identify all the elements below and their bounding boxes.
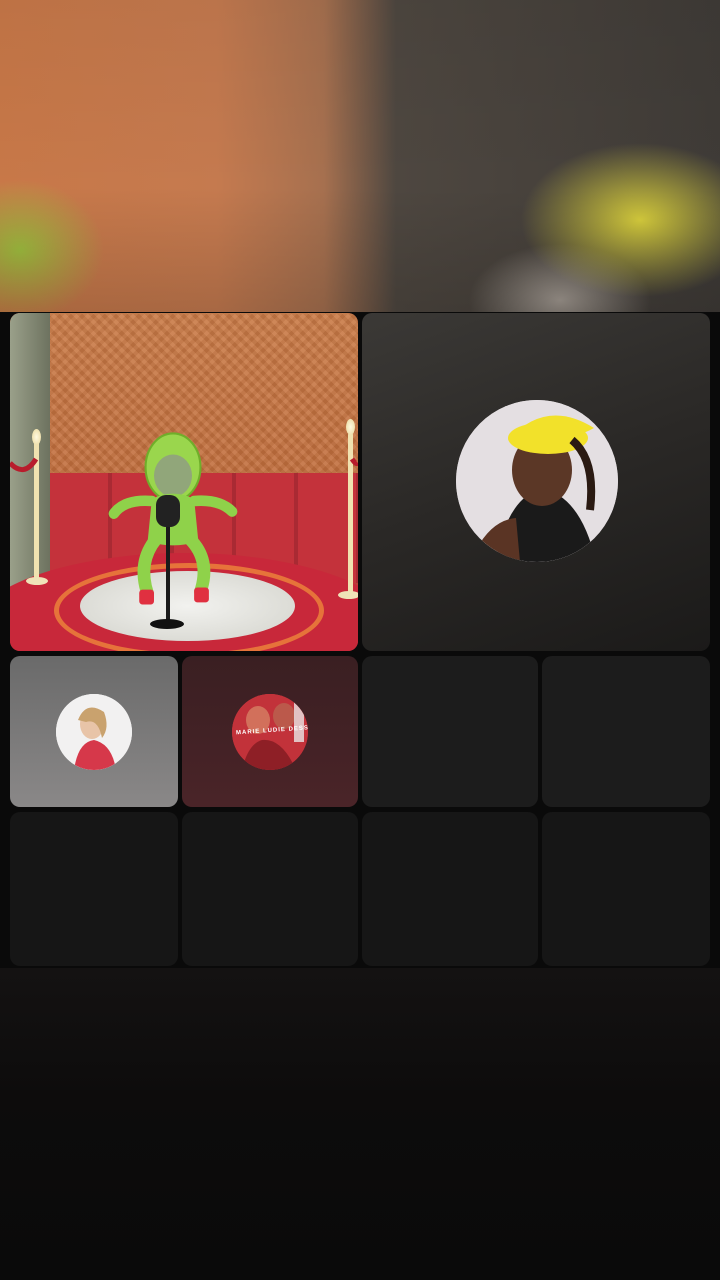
live-room-screen: MARIE LUDIE DESSO [0,0,720,1280]
guest-portrait-1 [456,400,618,562]
empty-seat-tile[interactable] [542,656,710,807]
backdrop-shade [0,0,720,312]
stage-video-tile[interactable] [10,313,358,651]
guest-tile-3[interactable]: MARIE LUDIE DESSO [182,656,358,807]
guest-avatar-3[interactable]: MARIE LUDIE DESSO [232,694,308,770]
guest-tile-2[interactable] [10,656,178,807]
guest-avatar-2[interactable] [56,694,132,770]
bottom-panel [0,968,720,1280]
guest-avatar-1[interactable] [456,400,618,562]
empty-seat-tile[interactable] [10,812,178,966]
microphone-head [156,495,180,527]
guest-tile-1[interactable] [362,313,710,651]
guest-portrait-2 [56,694,132,770]
empty-seat-tile[interactable] [542,812,710,966]
empty-seat-tile[interactable] [362,812,538,966]
microphone-base [150,619,184,629]
empty-seat-tile[interactable] [362,656,538,807]
microphone-stand-icon [166,513,170,623]
empty-seat-tile[interactable] [182,812,358,966]
